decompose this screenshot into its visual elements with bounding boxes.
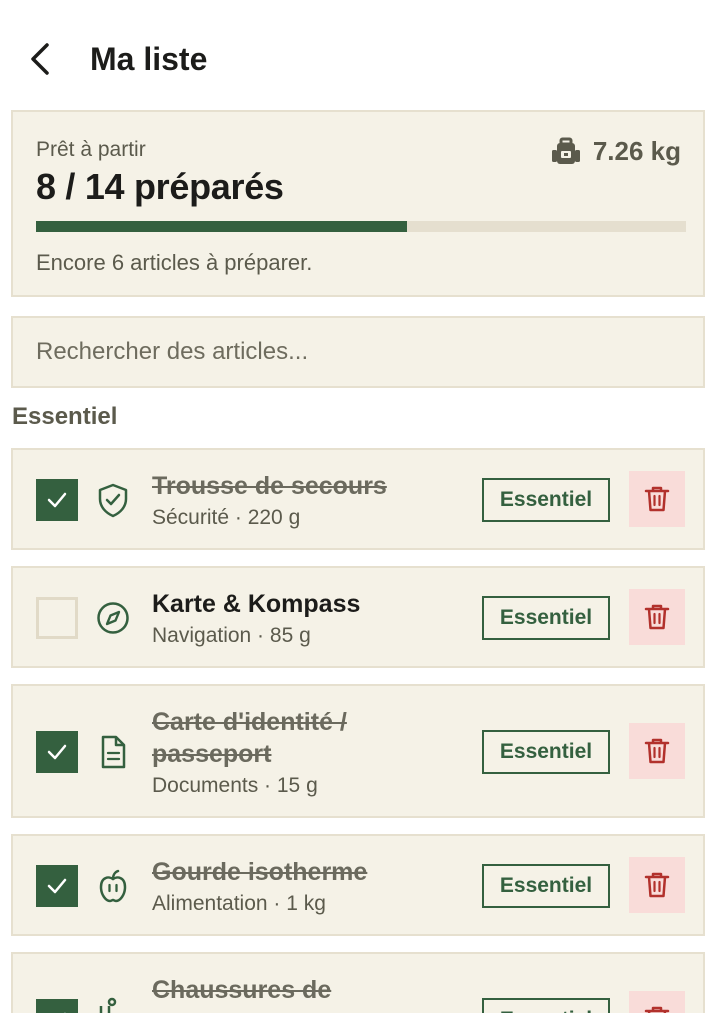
item-checkbox[interactable] — [36, 731, 78, 773]
trash-icon — [644, 1006, 670, 1013]
total-weight: 7.26 kg — [551, 136, 681, 167]
trash-icon — [644, 604, 670, 630]
item-checkbox[interactable] — [36, 999, 78, 1013]
item-checkbox[interactable] — [36, 479, 78, 521]
total-weight-value: 7.26 kg — [592, 136, 681, 166]
summary-subtitle: Prêt à partir — [36, 138, 146, 161]
packing-progress-fill — [36, 221, 408, 232]
item-name: Gourde isotherme — [152, 858, 368, 886]
item-name: Carte d'identité / passeport — [152, 708, 347, 768]
item-name: Trousse de secours — [152, 472, 387, 500]
apple-icon — [95, 868, 131, 904]
item-checkbox[interactable] — [36, 865, 78, 907]
trash-icon — [644, 872, 670, 898]
check-icon — [47, 744, 67, 760]
list-item: Carte d'identité / passeport Documents ·… — [11, 684, 705, 818]
list-item: Trousse de secours Sécurité · 220 g Esse… — [11, 448, 705, 550]
item-meta: Alimentation · 1 kg — [152, 892, 326, 915]
shield-check-icon — [95, 482, 131, 518]
trash-icon — [644, 486, 670, 512]
list-item: Gourde isotherme Alimentation · 1 kg Ess… — [11, 834, 705, 936]
check-icon — [47, 492, 67, 508]
list-item: Chaussures de Essentiel — [11, 952, 705, 1013]
delete-button[interactable] — [629, 723, 685, 779]
trash-icon — [644, 738, 670, 764]
essential-badge[interactable]: Essentiel — [482, 478, 610, 522]
item-meta: Navigation · 85 g — [152, 624, 311, 647]
section-title-essentiel: Essentiel — [12, 403, 118, 430]
app-header: Ma liste — [0, 0, 720, 112]
search-input[interactable] — [13, 318, 703, 386]
backpack-icon — [551, 137, 580, 164]
item-checkbox[interactable] — [36, 597, 78, 639]
boot-icon — [95, 994, 131, 1013]
essential-badge[interactable]: Essentiel — [482, 730, 610, 774]
item-name: Chaussures de — [152, 976, 332, 1004]
delete-button[interactable] — [629, 991, 685, 1013]
packing-progress-bar — [36, 221, 686, 232]
chevron-left-icon — [31, 43, 49, 75]
packed-count: 8 / 14 préparés — [36, 166, 284, 207]
delete-button[interactable] — [629, 471, 685, 527]
essential-badge[interactable]: Essentiel — [482, 998, 610, 1013]
check-icon — [64, 1012, 66, 1013]
delete-button[interactable] — [629, 857, 685, 913]
search-bar — [11, 316, 705, 388]
essential-badge[interactable]: Essentiel — [482, 596, 610, 640]
check-icon — [47, 878, 67, 894]
packing-summary-card: Prêt à partir 8 / 14 préparés 7.26 kg En… — [11, 110, 705, 297]
item-meta: Sécurité · 220 g — [152, 506, 301, 529]
remaining-items-text: Encore 6 articles à préparer. — [36, 250, 313, 275]
item-name: Karte & Kompass — [152, 590, 361, 618]
delete-button[interactable] — [629, 589, 685, 645]
document-icon — [95, 734, 131, 770]
list-item: Karte & Kompass Navigation · 85 g Essent… — [11, 566, 705, 668]
compass-icon — [95, 600, 131, 636]
item-meta: Documents · 15 g — [152, 774, 318, 797]
back-button[interactable] — [20, 38, 60, 80]
essential-badge[interactable]: Essentiel — [482, 864, 610, 908]
page-title: Ma liste — [90, 41, 208, 77]
